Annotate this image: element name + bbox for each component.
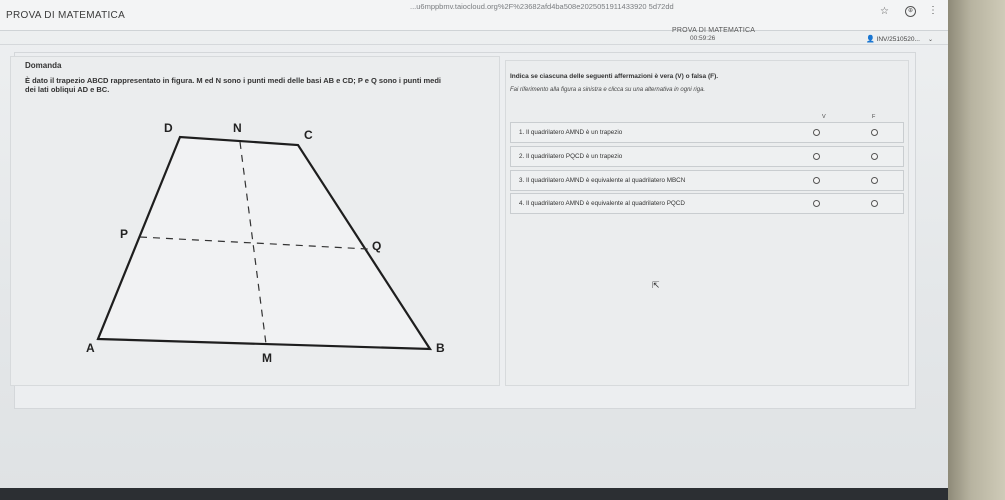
statement-row-3: 3. Il quadrilatero AMND è equivalente al… <box>510 170 904 191</box>
column-header-true: V <box>822 114 826 120</box>
statement-text: 3. Il quadrilatero AMND è equivalente al… <box>519 177 686 184</box>
column-header-false: F <box>872 114 876 120</box>
point-q-label: Q <box>372 239 381 253</box>
user-menu[interactable]: 👤 INV/2510520... <box>866 35 920 43</box>
radio-true-1[interactable] <box>813 129 820 136</box>
radio-false-2[interactable] <box>871 153 878 160</box>
instruction-text: Indica se ciascuna delle seguenti afferm… <box>510 73 719 80</box>
exam-title: PROVA DI MATEMATICA <box>672 27 756 34</box>
hint-text: Fai riferimento alla figura a sinistra e… <box>510 87 706 93</box>
star-icon[interactable]: ☆ <box>880 6 889 17</box>
point-n-label: N <box>233 121 242 135</box>
chevron-down-icon[interactable]: ⌄ <box>928 36 933 43</box>
radio-true-2[interactable] <box>813 153 820 160</box>
radio-false-3[interactable] <box>871 177 878 184</box>
user-id: INV/2510520... <box>876 36 920 43</box>
point-m-label: M <box>262 351 272 365</box>
address-bar[interactable]: ...u6mppbmv.taiocloud.org%2F%23682afd4ba… <box>410 2 780 11</box>
point-c-label: C <box>304 128 313 142</box>
user-icon: 👤 <box>866 36 875 43</box>
question-text-line2: dei lati obliqui AD e BC. <box>25 85 110 94</box>
question-text: È dato il trapezio ABCD rappresentato in… <box>25 76 495 94</box>
screen: PROVA DI MATEMATICA ...u6mppbmv.taioclou… <box>0 0 948 500</box>
app-title: PROVA DI MATEMATICA <box>6 10 126 21</box>
point-d-label: D <box>164 121 173 135</box>
point-a-label: A <box>86 341 95 355</box>
point-p-label: P <box>120 227 128 241</box>
radio-true-3[interactable] <box>813 177 820 184</box>
question-label: Domanda <box>25 61 62 70</box>
menu-icon[interactable]: ⋮ <box>928 5 938 16</box>
statement-row-2: 2. Il quadrilatero PQCD è un trapezio <box>510 146 904 167</box>
extension-icon[interactable]: ⊕ <box>905 6 916 17</box>
cursor-icon: ⇱ <box>652 280 660 290</box>
background-wall <box>948 0 1005 500</box>
statement-row-4: 4. Il quadrilatero AMND è equivalente al… <box>510 193 904 214</box>
statement-text: 4. Il quadrilatero AMND è equivalente al… <box>519 200 685 207</box>
radio-false-4[interactable] <box>871 200 878 207</box>
timer: 00:59:26 <box>690 35 716 42</box>
browser-bar: PROVA DI MATEMATICA ...u6mppbmv.taioclou… <box>0 0 948 31</box>
point-b-label: B <box>436 341 445 355</box>
question-text-line1: È dato il trapezio ABCD rappresentato in… <box>25 76 442 85</box>
statement-text: 1. Il quadrilatero AMND è un trapezio <box>519 129 623 136</box>
header-divider <box>0 44 948 45</box>
statement-row-1: 1. Il quadrilatero AMND è un trapezio <box>510 122 904 143</box>
answers-column <box>505 60 909 386</box>
statement-text: 2. Il quadrilatero PQCD è un trapezio <box>519 153 623 160</box>
screen-bottom-edge <box>0 488 948 500</box>
radio-false-1[interactable] <box>871 129 878 136</box>
radio-true-4[interactable] <box>813 200 820 207</box>
trapezoid-figure: D N C P Q A M B <box>86 121 445 365</box>
